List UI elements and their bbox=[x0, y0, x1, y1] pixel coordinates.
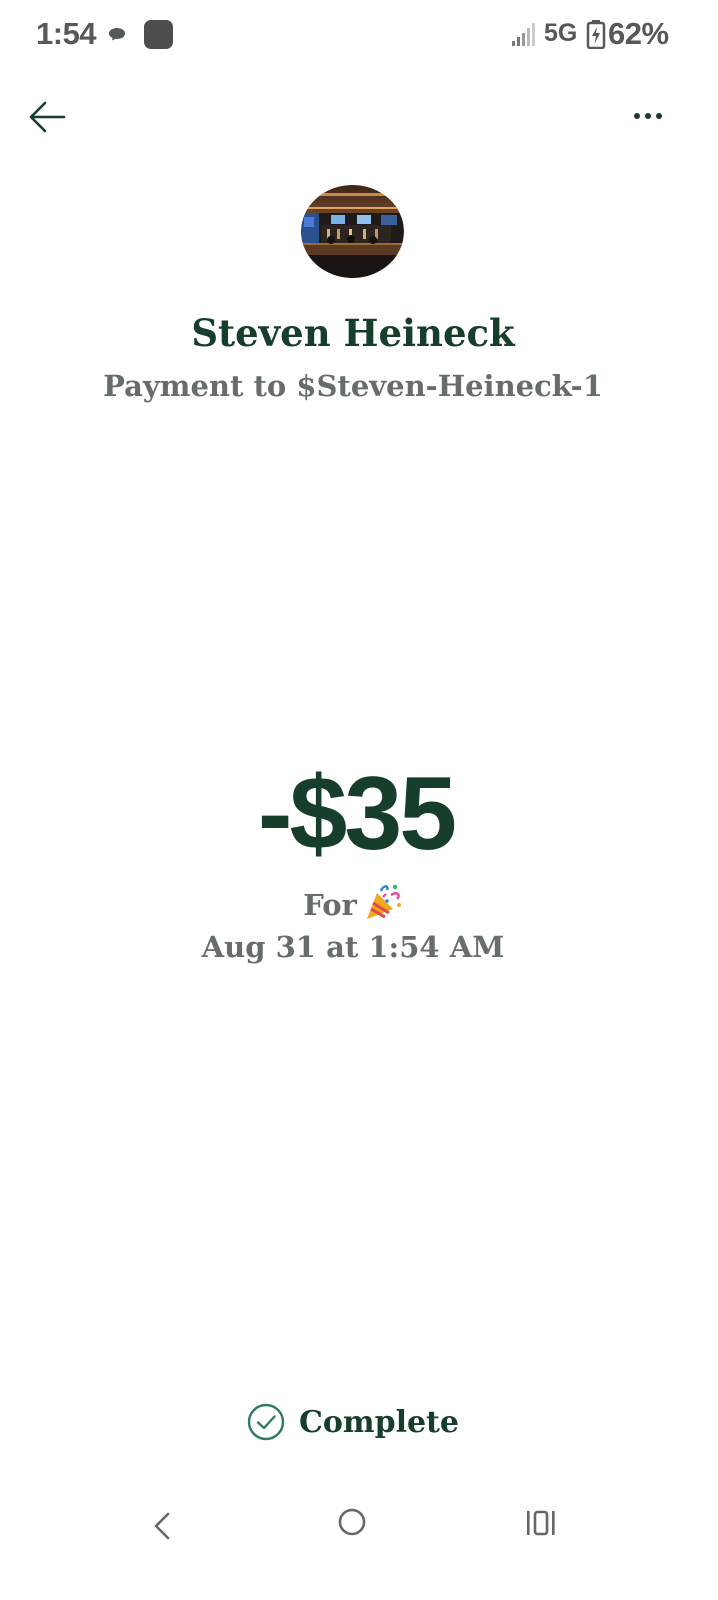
for-label: For bbox=[303, 888, 357, 922]
more-options-button[interactable] bbox=[626, 100, 670, 132]
system-nav-bar bbox=[0, 1490, 718, 1562]
recipient-name: Steven Heineck bbox=[191, 311, 515, 355]
avatar[interactable] bbox=[301, 185, 404, 278]
battery-charging-icon bbox=[586, 20, 606, 49]
back-arrow-icon[interactable] bbox=[24, 94, 72, 142]
payment-status: Complete bbox=[0, 1400, 706, 1444]
more-dot bbox=[634, 113, 640, 119]
payment-amount: -$35 bbox=[257, 756, 457, 872]
more-dot bbox=[645, 113, 651, 119]
payment-note: For bbox=[0, 881, 706, 922]
status-time: 1:54 bbox=[36, 16, 97, 51]
network-type: 5G bbox=[544, 19, 578, 47]
app-icon bbox=[144, 20, 173, 49]
recents-icon[interactable] bbox=[524, 1508, 558, 1538]
party-popper-icon bbox=[366, 884, 401, 919]
check-circle-icon bbox=[247, 1403, 285, 1441]
battery-level: 62% bbox=[608, 16, 669, 51]
message-icon bbox=[109, 28, 125, 41]
home-circle-icon[interactable] bbox=[336, 1506, 368, 1538]
payment-date: Aug 31 at 1:54 AM bbox=[201, 930, 505, 964]
status-label: Complete bbox=[298, 1404, 460, 1440]
more-dot bbox=[656, 113, 662, 119]
back-chevron-icon[interactable] bbox=[146, 1504, 178, 1548]
recipient-handle: Payment to $Steven-Heineck-1 bbox=[103, 369, 603, 403]
status-bar: 1:54 5G 62% bbox=[0, 0, 718, 74]
signal-icon bbox=[512, 23, 535, 46]
